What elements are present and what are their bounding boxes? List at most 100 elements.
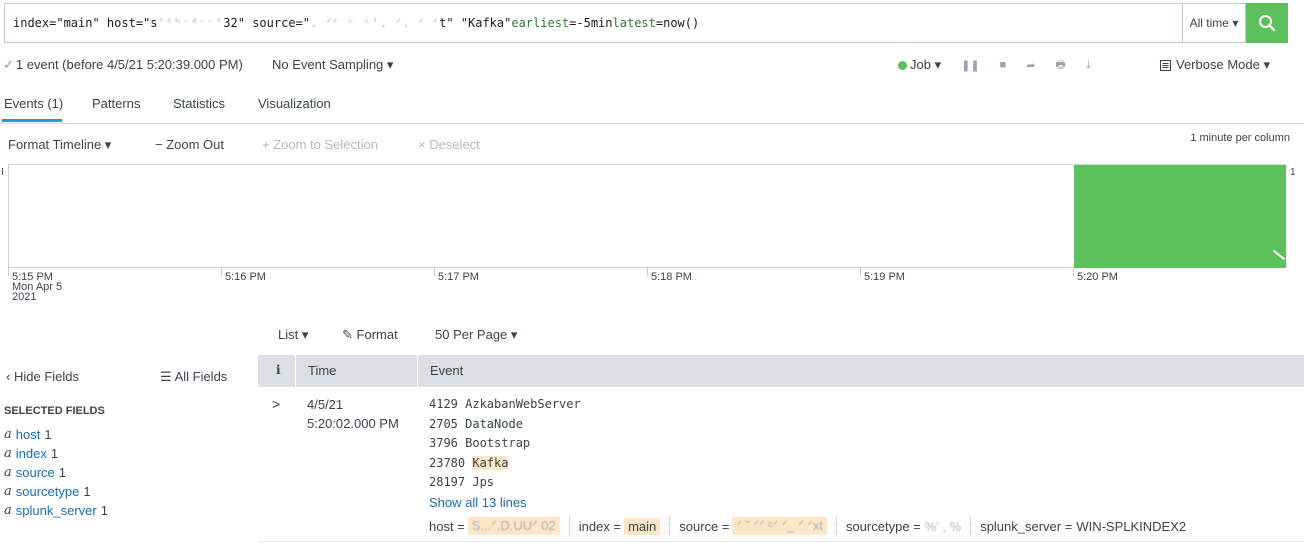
timeline-bar[interactable] xyxy=(1074,165,1286,268)
timeline-tick xyxy=(860,268,861,276)
pause-icon[interactable]: ❚❚ xyxy=(961,59,979,72)
field-divider xyxy=(669,517,671,535)
field-pair-sourcetype[interactable]: sourcetype = %' , % xyxy=(846,519,961,534)
field-name[interactable]: host xyxy=(16,427,41,442)
timeline-tick xyxy=(434,268,435,276)
share-icon[interactable]: ➦ xyxy=(1026,59,1035,72)
timeline-tick xyxy=(221,268,222,276)
per-page-menu[interactable]: 50 Per Page ▾ xyxy=(435,327,517,343)
field-value[interactable]: %' , % xyxy=(925,519,961,534)
event-count-text: 1 event (before 4/5/21 5:20:39.000 PM) xyxy=(15,57,243,72)
list-icon: ☰ xyxy=(160,369,172,384)
query-redacted: . ᐟᐟ ᶜ ᶜ'. ᐟ. ᐟ ᐟ xyxy=(310,16,440,30)
field-item-source[interactable]: a source 1 xyxy=(4,463,108,482)
event-line: 28197 Jps xyxy=(429,475,495,489)
query-keyword: earliest xyxy=(511,16,570,30)
field-pair-source[interactable]: source = ᐟ ˜ ᐟᐟ ᶜᐟ ᐟ_ ᐟ ᐟxt xyxy=(679,517,827,535)
field-pair-splunk-server[interactable]: splunk_server = WIN-SPLKINDEX2 xyxy=(980,519,1186,534)
field-item-splunk-server[interactable]: a splunk_server 1 xyxy=(4,501,108,520)
job-status-row: ✓ 1 event (before 4/5/21 5:20:39.000 PM) … xyxy=(0,50,1304,80)
event-sampling-menu[interactable]: No Event Sampling ▾ xyxy=(272,57,393,73)
field-value[interactable]: ᐟ ˜ ᐟᐟ ᶜᐟ ᐟ_ ᐟ ᐟxt xyxy=(732,517,827,535)
zoom-out-button[interactable]: − Zoom Out xyxy=(155,137,224,152)
field-name[interactable]: index xyxy=(16,446,47,461)
timeline-tick xyxy=(8,268,9,276)
string-type-icon: a xyxy=(4,503,12,518)
timeline-tick-label: 5:17 PM xyxy=(438,271,479,283)
field-count: 1 xyxy=(83,484,91,499)
format-timeline-menu[interactable]: Format Timeline ▾ xyxy=(8,137,111,153)
field-item-host[interactable]: a host 1 xyxy=(4,425,108,444)
all-fields-label: All Fields xyxy=(174,369,228,384)
field-item-index[interactable]: a index 1 xyxy=(4,444,108,463)
tab-statistics[interactable]: Statistics xyxy=(173,96,225,111)
field-item-sourcetype[interactable]: a sourcetype 1 xyxy=(4,482,108,501)
search-input[interactable]: index="main" host="s'ᵗʰ⁻ᵈ⁻⁻' 32" source=… xyxy=(4,3,1182,43)
results-tabs: Events (1) Patterns Statistics Visualiza… xyxy=(0,84,1304,124)
hide-fields-button[interactable]: ‹ Hide Fields xyxy=(6,369,79,384)
list-view-menu[interactable]: List ▾ xyxy=(278,327,308,343)
timeline-tick-label: 5:16 PM xyxy=(225,271,266,283)
job-menu[interactable]: Job ▾ xyxy=(898,57,941,73)
event-line: 23780 Kafka xyxy=(429,455,509,470)
field-pair-host[interactable]: host = S...ᐟ.D.UUᐟ 02 xyxy=(429,517,560,535)
field-name[interactable]: sourcetype xyxy=(16,484,80,499)
search-icon xyxy=(1259,15,1276,32)
tab-visualization[interactable]: Visualization xyxy=(258,96,331,111)
search-bar: index="main" host="s'ᵗʰ⁻ᵈ⁻⁻' 32" source=… xyxy=(0,0,1304,50)
expand-row-icon[interactable]: > xyxy=(272,396,280,412)
zoom-to-selection-button[interactable]: + Zoom to Selection xyxy=(262,137,378,152)
event-time[interactable]: 4/5/21 5:20:02.000 PM xyxy=(307,395,399,433)
field-divider xyxy=(835,517,837,535)
stop-icon[interactable]: ■ xyxy=(1000,59,1007,71)
query-redacted: 'ᵗʰ⁻ᵈ⁻⁻' xyxy=(157,16,224,30)
event-line: 4129 AzkabanWebServer xyxy=(429,397,581,411)
field-count: 1 xyxy=(100,503,108,518)
field-value[interactable]: WIN-SPLKINDEX2 xyxy=(1076,519,1186,534)
print-icon[interactable]: 🖶 xyxy=(1055,56,1065,75)
column-divider xyxy=(417,355,418,387)
field-value[interactable]: S...ᐟ.D.UUᐟ 02 xyxy=(467,517,560,535)
field-name[interactable]: source xyxy=(16,465,55,480)
search-mode-menu[interactable]: Verbose Mode ▾ xyxy=(1160,57,1270,73)
event-timestamp: 5:20:02.000 PM xyxy=(307,416,399,431)
field-pair-index[interactable]: index = main xyxy=(578,517,661,535)
timeline-tick-label: 5:18 PM xyxy=(651,271,692,283)
event-date: 4/5/21 xyxy=(307,397,344,412)
timeline-tick-label: 5:19 PM xyxy=(864,271,905,283)
field-name[interactable]: splunk_server xyxy=(16,503,97,518)
search-button[interactable] xyxy=(1246,3,1288,43)
tab-patterns[interactable]: Patterns xyxy=(92,96,140,111)
event-line: 2705 DataNode xyxy=(429,416,523,431)
all-fields-button[interactable]: ☰ All Fields xyxy=(160,369,227,385)
field-key: index = xyxy=(578,518,622,534)
row-divider xyxy=(258,541,1304,542)
string-type-icon: a xyxy=(4,465,12,480)
field-divider xyxy=(568,517,570,535)
time-range-picker[interactable]: All time ▾ xyxy=(1182,3,1246,43)
deselect-button[interactable]: × Deselect xyxy=(418,137,480,152)
chevron-left-icon: ‹ xyxy=(6,369,11,384)
event-timeline[interactable]: I 1 5:15 PM Mon Apr 5 2021 5:16 PM 5:17 … xyxy=(0,164,1304,314)
highlighted-term[interactable]: Kafka xyxy=(472,455,509,470)
timeline-y-max: 1 xyxy=(1290,167,1296,178)
field-count: 1 xyxy=(50,446,59,461)
timeline-toolbar: Format Timeline ▾ − Zoom Out + Zoom to S… xyxy=(0,124,1304,164)
query-text: =-5min xyxy=(569,16,613,30)
column-header-time[interactable]: Time xyxy=(308,363,336,378)
timeline-tick-label: 5:15 PM Mon Apr 5 2021 xyxy=(12,271,63,303)
export-icon[interactable]: ⤓ xyxy=(1086,59,1091,72)
query-text: 32" source=" xyxy=(223,16,310,30)
query-keyword: latest xyxy=(612,16,656,30)
timeline-scale-label: 1 minute per column xyxy=(1190,132,1290,144)
string-type-icon: a xyxy=(4,484,12,499)
format-menu[interactable]: ✎ Format xyxy=(342,327,398,343)
tab-events[interactable]: Events (1) xyxy=(4,96,63,111)
event-field-summary: host = S...ᐟ.D.UUᐟ 02 index = main sourc… xyxy=(429,515,1186,537)
mode-label: Verbose Mode ▾ xyxy=(1176,57,1270,72)
show-all-lines-link[interactable]: Show all 13 lines xyxy=(429,493,581,513)
field-value[interactable]: main xyxy=(624,517,661,535)
timeline-tick-label: 5:20 PM xyxy=(1077,271,1118,283)
fields-sidebar: ‹ Hide Fields ☰ All Fields SELECTED FIEL… xyxy=(0,355,258,543)
column-header-info: i xyxy=(276,363,281,377)
